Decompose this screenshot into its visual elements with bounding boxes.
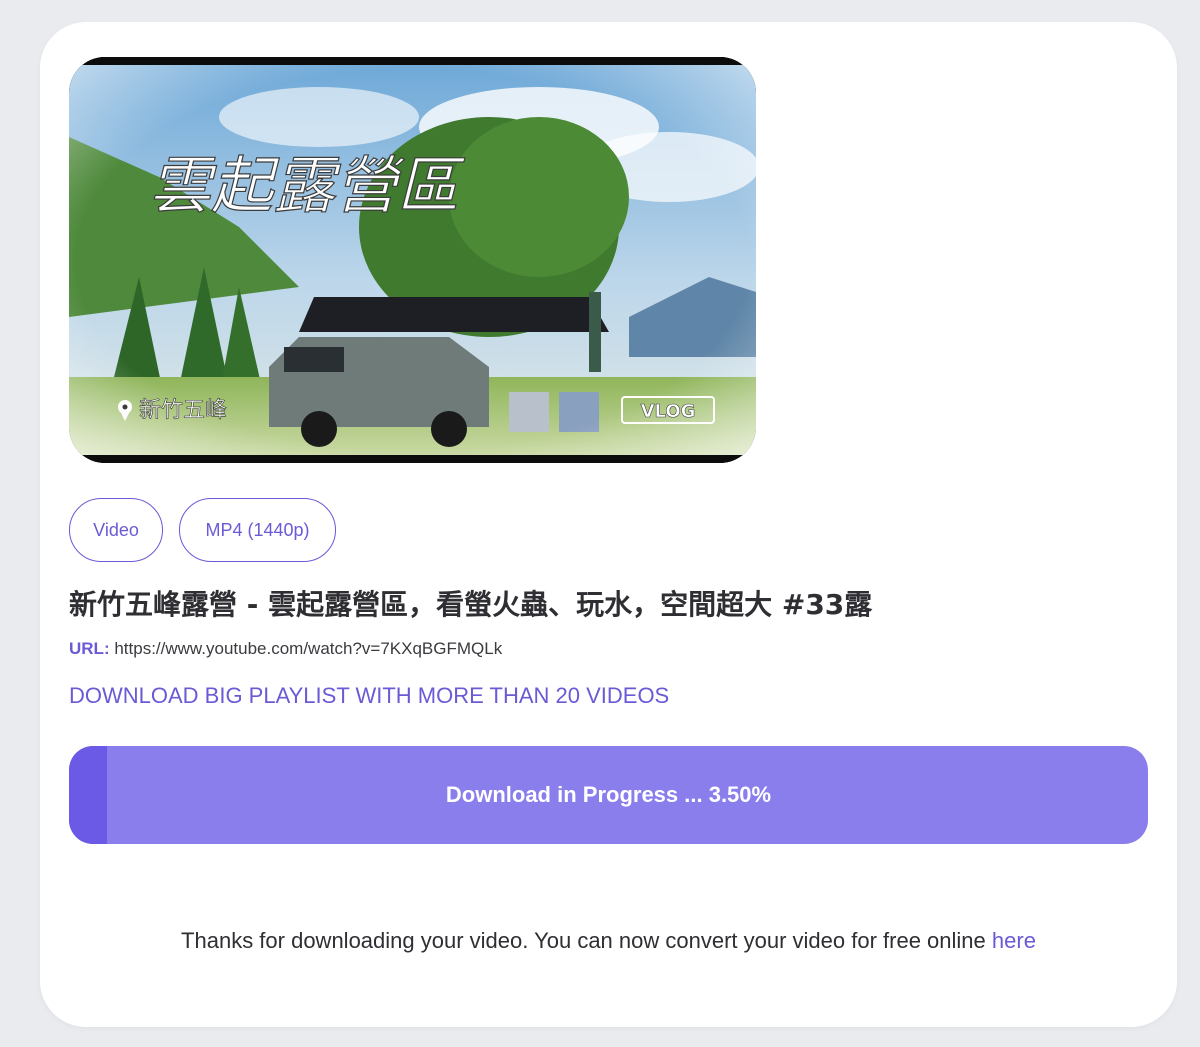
thanks-text: Thanks for downloading your video. You c… <box>181 928 986 953</box>
video-thumbnail[interactable]: 雲起露營區 新竹五峰 VLOG <box>69 57 756 463</box>
video-url: https://www.youtube.com/watch?v=7KXqBGFM… <box>114 639 503 658</box>
url-line: URL: https://www.youtube.com/watch?v=7KX… <box>69 639 502 659</box>
thumbnail-location: 新竹五峰 <box>139 398 227 423</box>
convert-here-link[interactable]: here <box>992 928 1036 953</box>
vlog-badge: VLOG <box>641 401 696 422</box>
format-chips: Video MP4 (1440p) <box>69 498 336 562</box>
progress-label: Download in Progress ... 3.50% <box>445 782 772 807</box>
url-label: URL: <box>69 639 110 658</box>
thumbnail-title: 雲起露營區 <box>149 149 465 222</box>
thanks-message: Thanks for downloading your video. You c… <box>69 923 1148 958</box>
download-progress-bar: Download in Progress ... 3.50% <box>69 746 1148 844</box>
playlist-download-link[interactable]: DOWNLOAD BIG PLAYLIST WITH MORE THAN 20 … <box>69 683 669 709</box>
video-title: 新竹五峰露營 - 雲起露營區，看螢火蟲、玩水，空間超大 #33露 <box>69 588 873 621</box>
type-chip[interactable]: Video <box>69 498 163 562</box>
format-chip[interactable]: MP4 (1440p) <box>179 498 336 562</box>
